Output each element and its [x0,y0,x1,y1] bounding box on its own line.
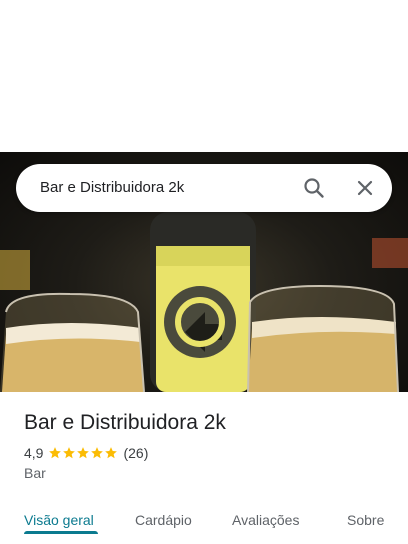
rating-row[interactable]: 4,9 (26) [24,444,148,462]
place-category[interactable]: Bar [24,465,46,481]
tab-overview[interactable]: Visão geral [24,512,94,528]
search-input[interactable]: Bar e Distribuidora 2k [40,179,184,196]
tab-bar: Visão geral Cardápio Avaliações Sobre [0,500,408,544]
search-icon[interactable] [302,176,326,200]
rating-value: 4,9 [24,445,44,461]
blank-area [0,0,408,152]
tab-reviews[interactable]: Avaliações [232,512,299,528]
star-icon [105,447,118,459]
search-bar[interactable]: Bar e Distribuidora 2k [16,164,392,212]
place-info-panel: Bar e Distribuidora 2k 4,9 (26) Bar Visã… [0,392,408,544]
star-rating [48,446,118,460]
close-icon[interactable] [353,176,377,200]
place-title: Bar e Distribuidora 2k [24,411,226,434]
tab-menu[interactable]: Cardápio [135,512,192,528]
star-icon [91,447,104,459]
star-icon [77,447,90,459]
star-icon [63,447,76,459]
tab-about[interactable]: Sobre [347,512,384,528]
active-tab-indicator [24,531,98,534]
star-icon [49,447,62,459]
review-count[interactable]: (26) [123,445,148,461]
